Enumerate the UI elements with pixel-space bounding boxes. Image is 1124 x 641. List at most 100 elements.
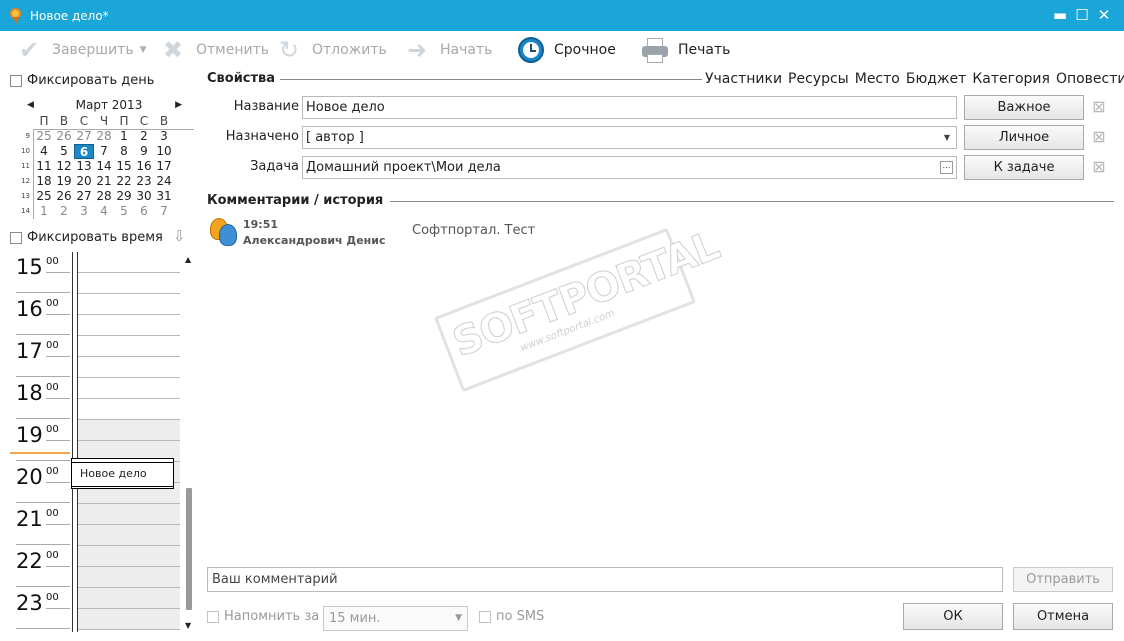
calendar-day[interactable]: 27: [74, 189, 94, 204]
fix-time-checkbox-row[interactable]: Фиксировать время: [10, 230, 163, 245]
browse-task-icon[interactable]: …: [940, 161, 953, 174]
calendar-day[interactable]: 15: [114, 159, 134, 174]
calendar-day[interactable]: 10: [154, 144, 174, 159]
schedule-scrollbar[interactable]: ▲ ▼: [183, 252, 196, 632]
calendar-day[interactable]: 17: [154, 159, 174, 174]
time-slot[interactable]: [78, 336, 180, 357]
close-window-button[interactable]: ✕: [1094, 5, 1114, 25]
tab-resources[interactable]: Ресурсы: [788, 71, 849, 87]
time-slot[interactable]: [78, 315, 180, 336]
time-slot[interactable]: [78, 294, 180, 315]
calendar-day[interactable]: 3: [154, 129, 174, 144]
calendar-day[interactable]: 5: [54, 144, 74, 159]
fix-day-checkbox-row[interactable]: Фиксировать день: [10, 73, 154, 88]
tab-budget[interactable]: Бюджет: [906, 71, 966, 87]
minimize-button[interactable]: ▬: [1050, 5, 1070, 25]
urgent-button[interactable]: Срочное: [516, 31, 616, 69]
calendar-day[interactable]: 11: [34, 159, 54, 174]
time-slot[interactable]: [78, 546, 180, 567]
scroll-thumb[interactable]: [186, 488, 192, 610]
clear-personal-icon[interactable]: ⊠: [1092, 129, 1106, 145]
tab-notify[interactable]: Оповестить: [1056, 71, 1124, 87]
personal-button[interactable]: Личное: [964, 125, 1084, 150]
calendar-day[interactable]: 30: [134, 189, 154, 204]
time-slot[interactable]: [78, 378, 180, 399]
calendar-day[interactable]: 25: [34, 189, 54, 204]
finish-button[interactable]: ✔ Завершить ▼: [14, 31, 147, 69]
postpone-button[interactable]: ↻ Отложить: [274, 31, 387, 69]
calendar-day[interactable]: 8: [114, 144, 134, 159]
fix-day-checkbox[interactable]: [10, 74, 22, 87]
clear-task-icon[interactable]: ⊠: [1092, 159, 1106, 175]
calendar-day[interactable]: 1: [114, 129, 134, 144]
comment-input[interactable]: Ваш комментарий: [207, 567, 1003, 592]
remind-dropdown-icon[interactable]: ▼: [455, 607, 462, 630]
remind-select[interactable]: 15 мин. ▼: [323, 606, 468, 631]
cancel-task-button[interactable]: ✖ Отменить: [158, 31, 269, 69]
scroll-up-icon[interactable]: ▲: [185, 255, 191, 264]
assigned-dropdown-icon[interactable]: ▼: [944, 127, 950, 148]
time-slot[interactable]: [78, 504, 180, 525]
calendar-day[interactable]: 23: [134, 174, 154, 189]
calendar-day[interactable]: 29: [114, 189, 134, 204]
calendar-day[interactable]: 3: [74, 204, 94, 219]
time-slot[interactable]: [78, 567, 180, 588]
task-input[interactable]: Домашний проект\Мои дела …: [302, 156, 957, 179]
calendar-day[interactable]: 7: [94, 144, 114, 159]
calendar-day[interactable]: 4: [34, 144, 54, 159]
send-button[interactable]: Отправить: [1013, 567, 1113, 592]
start-button[interactable]: ➜ Начать: [402, 31, 492, 69]
finish-dropdown-arrow-icon[interactable]: ▼: [140, 45, 147, 55]
fix-time-checkbox[interactable]: [10, 231, 22, 244]
calendar-day[interactable]: 14: [94, 159, 114, 174]
calendar-day[interactable]: 9: [134, 144, 154, 159]
calendar-day[interactable]: 25: [34, 129, 54, 144]
important-button[interactable]: Важное: [964, 95, 1084, 120]
calendar-day[interactable]: 13: [74, 159, 94, 174]
calendar-day[interactable]: 24: [154, 174, 174, 189]
calendar-day[interactable]: 5: [114, 204, 134, 219]
remind-row[interactable]: Напомнить за: [207, 609, 319, 624]
calendar-day[interactable]: 31: [154, 189, 174, 204]
assigned-select[interactable]: [ автор ] ▼: [302, 126, 957, 149]
calendar-day[interactable]: 2: [54, 204, 74, 219]
prev-month-icon[interactable]: ◀: [27, 96, 34, 114]
sms-row[interactable]: по SMS: [479, 609, 544, 624]
calendar-day[interactable]: 12: [54, 159, 74, 174]
to-task-button[interactable]: К задаче: [964, 155, 1084, 180]
time-slot[interactable]: [78, 420, 180, 441]
print-button[interactable]: Печать: [640, 31, 730, 69]
calendar-day[interactable]: 1: [34, 204, 54, 219]
calendar-day[interactable]: 28: [94, 129, 114, 144]
calendar-day[interactable]: 16: [134, 159, 154, 174]
cancel-button[interactable]: Отмена: [1013, 603, 1113, 630]
calendar-day[interactable]: 4: [94, 204, 114, 219]
calendar-day[interactable]: 7: [154, 204, 174, 219]
ok-button[interactable]: ОК: [903, 603, 1003, 630]
clear-important-icon[interactable]: ⊠: [1092, 99, 1106, 115]
time-slots[interactable]: [72, 252, 180, 632]
next-month-icon[interactable]: ▶: [175, 96, 182, 114]
event-block[interactable]: Новое дело: [71, 458, 174, 489]
calendar-day[interactable]: 6: [134, 204, 154, 219]
calendar-day[interactable]: 2: [134, 129, 154, 144]
tab-participants[interactable]: Участники: [705, 71, 782, 87]
calendar-day[interactable]: 22: [114, 174, 134, 189]
calendar-day[interactable]: 19: [54, 174, 74, 189]
time-slot[interactable]: [78, 357, 180, 378]
calendar-day[interactable]: 6: [74, 144, 94, 159]
calendar-day[interactable]: 28: [94, 189, 114, 204]
name-input[interactable]: Новое дело: [302, 96, 957, 119]
calendar-day[interactable]: 21: [94, 174, 114, 189]
tab-category[interactable]: Категория: [972, 71, 1050, 87]
scroll-down-icon[interactable]: ▼: [185, 621, 191, 630]
time-slot[interactable]: [78, 588, 180, 609]
calendar-day[interactable]: 20: [74, 174, 94, 189]
calendar-day[interactable]: 27: [74, 129, 94, 144]
sms-checkbox[interactable]: [479, 610, 491, 623]
time-slot[interactable]: [78, 273, 180, 294]
calendar-day[interactable]: 26: [54, 129, 74, 144]
tab-place[interactable]: Место: [855, 71, 900, 87]
remind-checkbox[interactable]: [207, 610, 219, 623]
down-arrow-icon[interactable]: ⇩: [173, 227, 186, 245]
